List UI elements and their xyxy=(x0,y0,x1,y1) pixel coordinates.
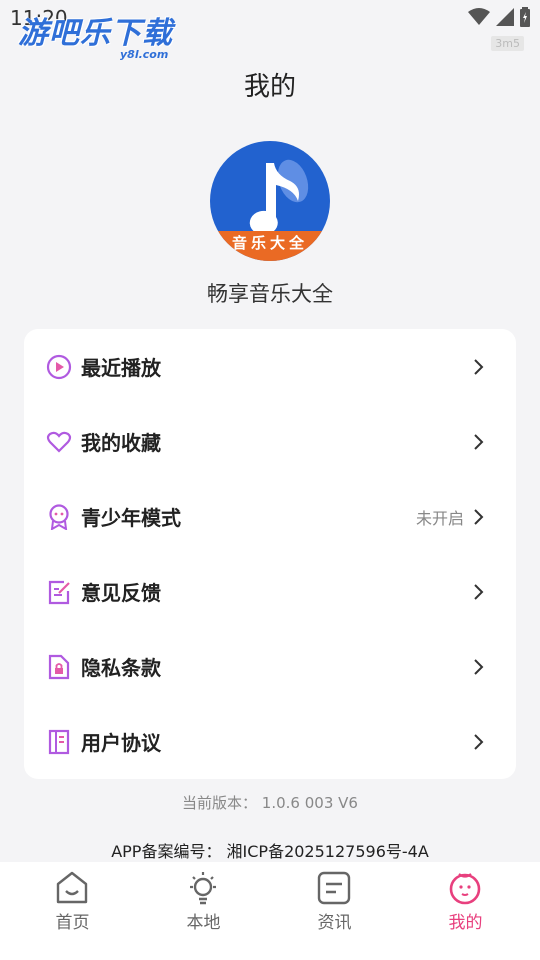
home-icon xyxy=(56,871,88,904)
app-name: 畅享音乐大全 xyxy=(207,282,333,306)
nav-local[interactable]: 本地 xyxy=(136,862,271,960)
menu-item-label: 青少年模式 xyxy=(81,506,181,530)
nav-label: 我的 xyxy=(448,913,483,933)
menu-item-feedback[interactable]: 意见反馈 xyxy=(24,554,516,629)
menu-item-label: 我的收藏 xyxy=(81,431,161,455)
chevron-right-icon xyxy=(474,733,484,750)
privacy-icon xyxy=(48,654,70,679)
corner-tag: 3m5 xyxy=(491,36,524,51)
menu-card: 最近播放 我的收藏 青少年模式 未开启 意见反馈 隐私条款 用户协议 xyxy=(24,329,516,779)
wifi-icon xyxy=(468,8,490,25)
nav-label: 首页 xyxy=(55,913,90,933)
youth-mode-icon xyxy=(49,503,69,530)
nav-home[interactable]: 首页 xyxy=(5,862,140,960)
watermark-subtext: y8l.com xyxy=(120,48,169,61)
menu-item-label: 意见反馈 xyxy=(81,581,161,605)
chevron-right-icon xyxy=(474,433,484,450)
profile-icon xyxy=(449,873,481,905)
menu-item-label: 隐私条款 xyxy=(81,656,161,680)
agreement-icon xyxy=(48,729,70,754)
menu-item-favorites[interactable]: 我的收藏 xyxy=(24,404,516,479)
nav-label: 资讯 xyxy=(317,913,352,933)
version-text: 当前版本： 1.0.6 003 V6 xyxy=(182,794,358,812)
heart-icon xyxy=(46,431,72,453)
chevron-right-icon xyxy=(474,583,484,600)
chevron-right-icon xyxy=(474,358,484,375)
menu-item-privacy[interactable]: 隐私条款 xyxy=(24,629,516,704)
feedback-icon xyxy=(48,580,70,604)
avatar: 音乐大全 xyxy=(210,141,330,261)
icp-text: APP备案编号： 湘ICP备2025127596号-4A xyxy=(111,842,429,861)
menu-item-recent-play[interactable]: 最近播放 xyxy=(24,329,516,404)
chevron-right-icon xyxy=(474,658,484,675)
watermark-logo: 游吧乐下载 y8l.com xyxy=(18,16,173,62)
menu-item-youth-mode[interactable]: 青少年模式 未开启 xyxy=(24,479,516,554)
page-title: 我的 xyxy=(243,72,296,102)
menu-item-label: 最近播放 xyxy=(81,356,161,380)
news-icon xyxy=(317,871,351,905)
menu-item-status: 未开启 xyxy=(415,508,464,528)
chevron-right-icon xyxy=(474,508,484,525)
nav-mine[interactable]: 我的 xyxy=(398,862,533,960)
status-icons xyxy=(468,7,530,27)
avatar-band: 音乐大全 xyxy=(210,231,330,261)
menu-item-label: 用户协议 xyxy=(81,731,161,755)
battery-icon xyxy=(520,7,530,27)
lightbulb-icon xyxy=(190,872,216,905)
nav-label: 本地 xyxy=(186,913,221,933)
signal-icon xyxy=(496,8,514,26)
bottom-nav: 首页 本地 资讯 我的 xyxy=(0,862,540,960)
nav-news[interactable]: 资讯 xyxy=(267,862,402,960)
menu-item-user-agreement[interactable]: 用户协议 xyxy=(24,704,516,779)
watermark-text: 游吧乐下载 xyxy=(18,16,173,51)
play-circle-icon xyxy=(46,354,72,379)
